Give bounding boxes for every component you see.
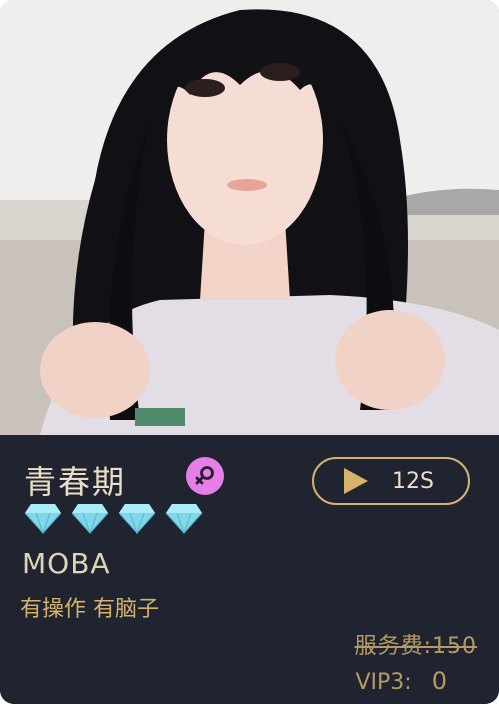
profile-card[interactable]: 青春期 12S MOBA 有操作 有脑子 服务费:150 VIP3: 0 [0,0,499,704]
vip-price: VIP3: 0 [356,667,448,695]
voice-duration: 12S [392,468,434,494]
voice-play-button[interactable]: 12S [312,457,470,505]
rank-diamonds [24,502,203,534]
profile-photo [0,0,499,435]
female-icon [186,457,224,495]
vip-price-value: 0 [431,667,447,695]
diamond-icon [118,502,156,534]
service-fee-label: 服务费: [354,634,432,659]
game-genre: MOBA [22,547,111,580]
service-fee: 服务费:150 [355,628,477,660]
diamond-icon [71,502,109,534]
vip-price-label: VIP3: [355,670,412,695]
diamond-icon [165,502,203,534]
diamond-icon [24,502,62,534]
info-panel: 青春期 12S MOBA 有操作 有脑子 服务费:150 VIP3: 0 [0,435,499,704]
player-description: 有操作 有脑子 [20,597,159,622]
player-name: 青春期 [24,463,127,501]
service-fee-value: 150 [432,634,477,659]
play-icon [344,468,368,494]
